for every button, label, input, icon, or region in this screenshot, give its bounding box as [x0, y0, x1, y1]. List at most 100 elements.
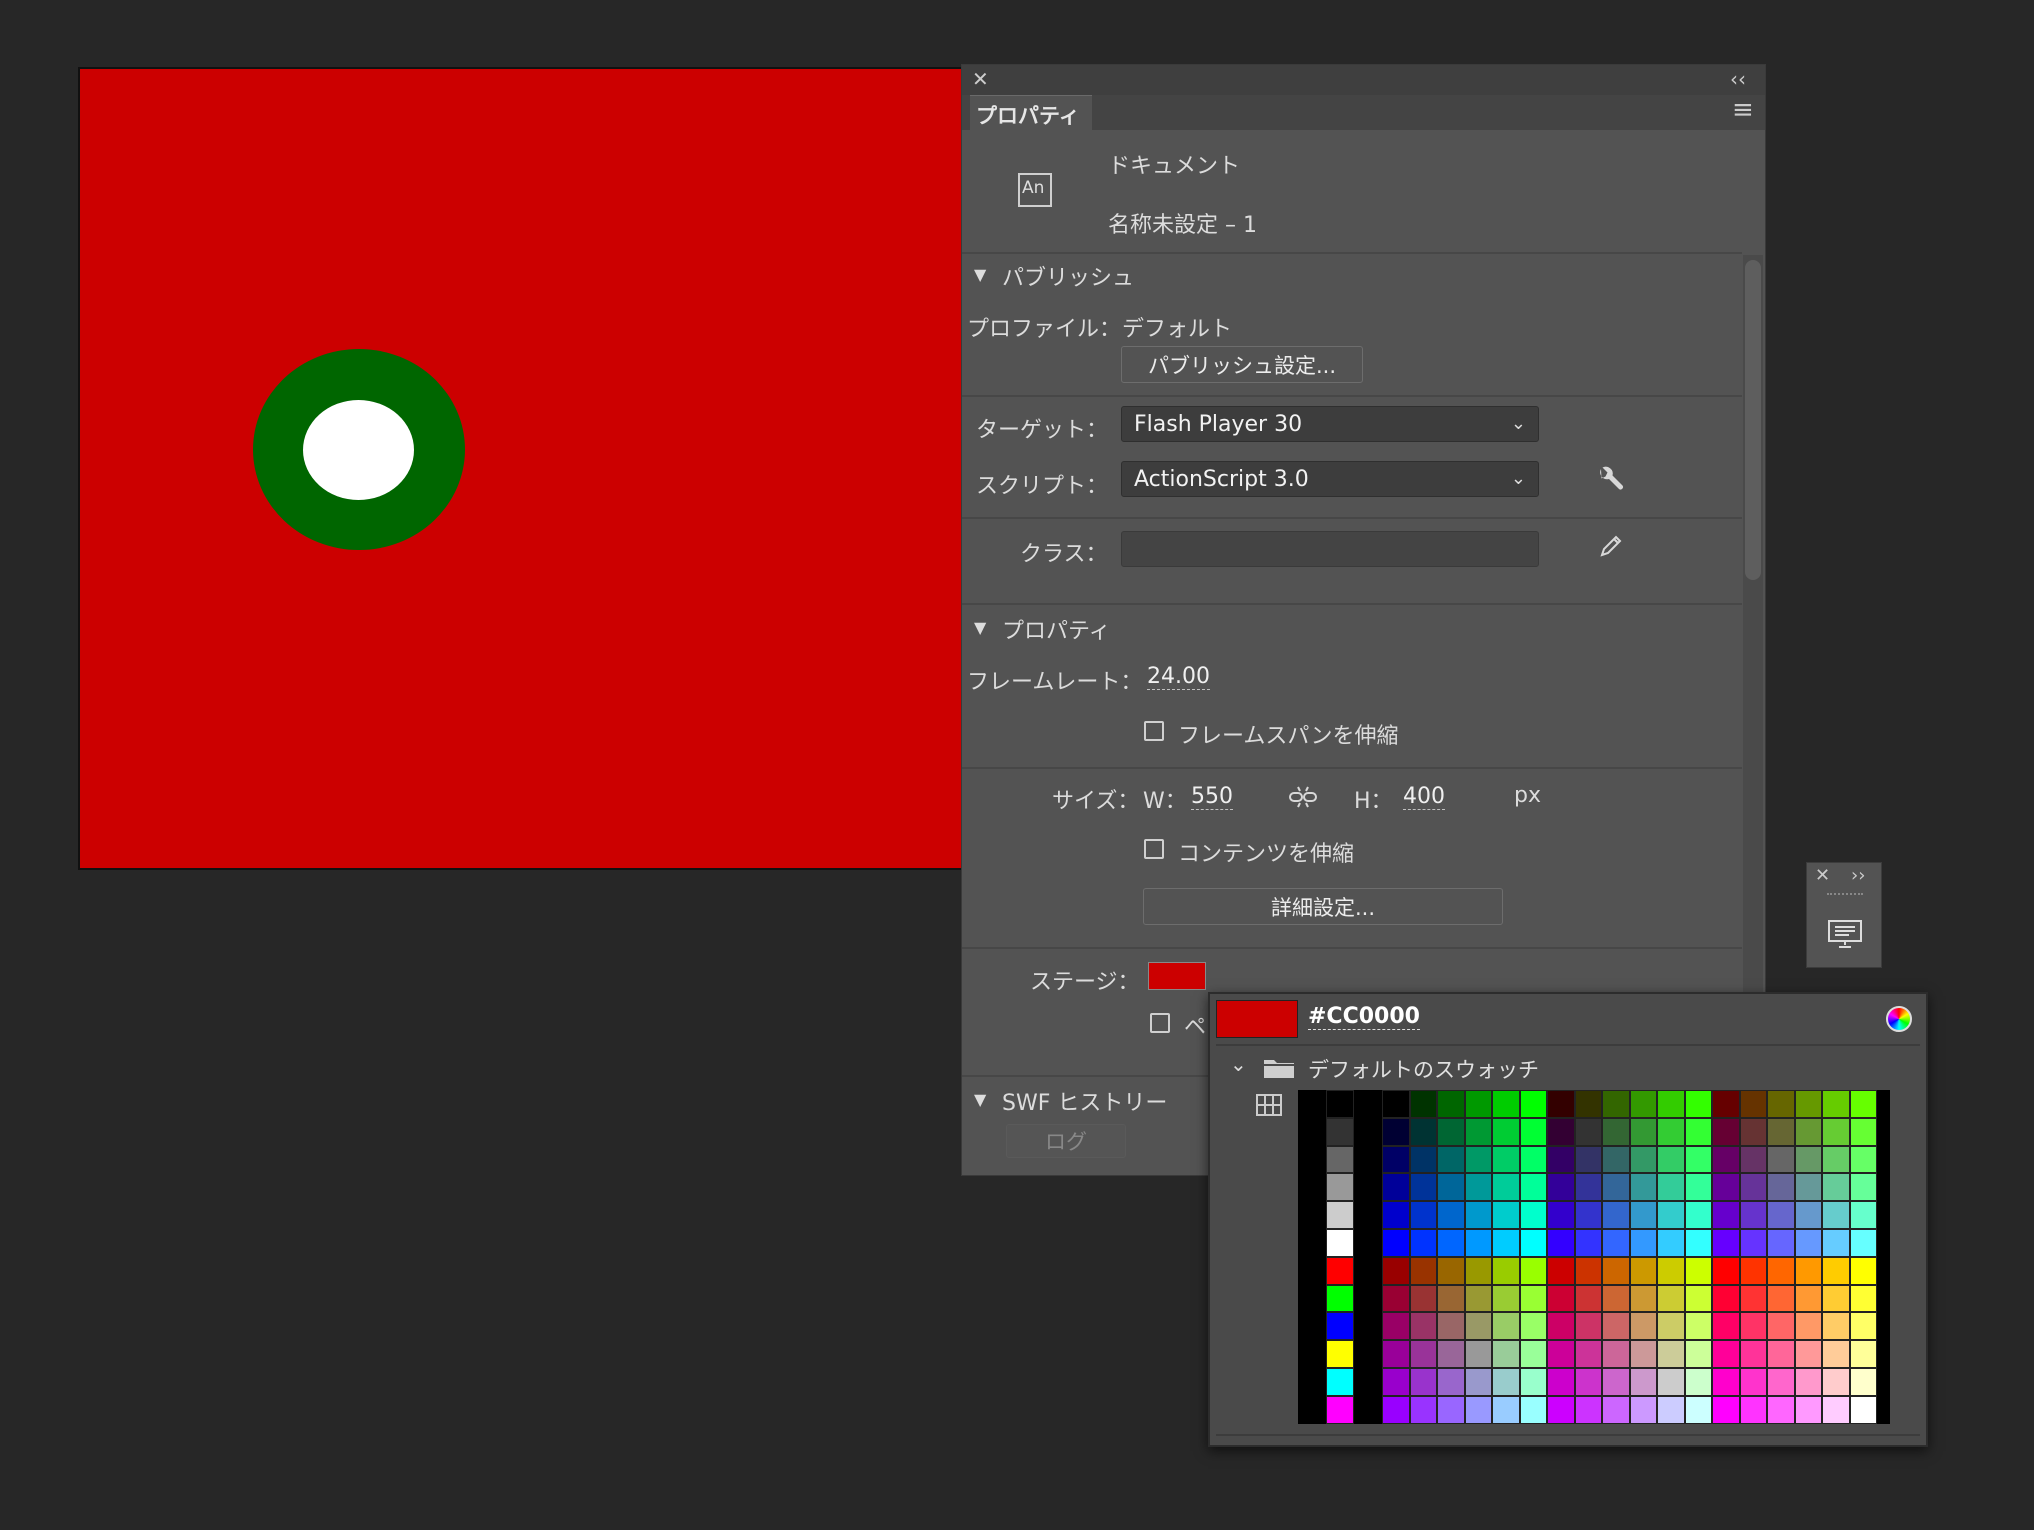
swatch-cell[interactable]	[1739, 1256, 1767, 1285]
swatch-cell[interactable]	[1492, 1173, 1520, 1202]
swatch-cell[interactable]	[1574, 1117, 1602, 1146]
swatch-cell[interactable]	[1437, 1173, 1465, 1202]
advanced-settings-button[interactable]: 詳細設定...	[1143, 888, 1503, 925]
swatch-cell[interactable]	[1464, 1340, 1492, 1368]
swatch-cell[interactable]	[1712, 1201, 1740, 1229]
swatch-cell[interactable]	[1492, 1395, 1520, 1424]
swatch-cell[interactable]	[1492, 1201, 1520, 1229]
swatch-cell[interactable]	[1849, 1368, 1877, 1396]
swatch-cell[interactable]	[1437, 1340, 1465, 1368]
swatch-cell[interactable]	[1519, 1368, 1547, 1396]
swatch-cell[interactable]	[1409, 1284, 1437, 1313]
swatch-cell[interactable]	[1767, 1256, 1795, 1285]
swatch-cell[interactable]	[1437, 1312, 1465, 1341]
swatch-cell[interactable]	[1519, 1256, 1547, 1285]
swatch-cell[interactable]	[1739, 1173, 1767, 1202]
swatch-cell[interactable]	[1629, 1368, 1657, 1396]
swatch-cell[interactable]	[1849, 1145, 1877, 1174]
swatch-cell[interactable]	[1822, 1145, 1850, 1174]
swatch-cell[interactable]	[1794, 1395, 1822, 1424]
swatch-cell[interactable]	[1767, 1145, 1795, 1174]
swatch-cell[interactable]	[1602, 1090, 1630, 1118]
link-chain-icon[interactable]	[1288, 783, 1318, 811]
publish-section-header[interactable]: パブリッシュ	[1002, 260, 1134, 292]
swatch-cell[interactable]	[1547, 1117, 1575, 1146]
swatch-cell[interactable]	[1519, 1117, 1547, 1146]
swatch-cell[interactable]	[1684, 1368, 1712, 1396]
swatch-cell[interactable]	[1684, 1201, 1712, 1229]
swatch-cell[interactable]	[1492, 1090, 1520, 1118]
output-panel-icon[interactable]	[1827, 919, 1863, 949]
swatch-cell[interactable]	[1767, 1395, 1795, 1424]
swatch-cell[interactable]	[1574, 1201, 1602, 1229]
swatch-cell[interactable]	[1849, 1229, 1877, 1257]
swatch-cell[interactable]	[1409, 1145, 1437, 1174]
scale-content-checkbox[interactable]	[1144, 839, 1164, 859]
swatch-cell[interactable]	[1712, 1229, 1740, 1257]
swatch-cell[interactable]	[1739, 1368, 1767, 1396]
swatch-cell[interactable]	[1739, 1117, 1767, 1146]
swatch-cell[interactable]	[1629, 1229, 1657, 1257]
swatch-cell[interactable]	[1382, 1145, 1410, 1174]
swatch-cell[interactable]	[1822, 1173, 1850, 1202]
swatch-cell[interactable]	[1326, 1284, 1354, 1313]
swatch-cell[interactable]	[1574, 1312, 1602, 1341]
swatch-grid-icon[interactable]	[1256, 1094, 1282, 1116]
expand-icon[interactable]: ››	[1851, 865, 1865, 886]
swatch-cell[interactable]	[1849, 1173, 1877, 1202]
swatch-cell[interactable]	[1657, 1395, 1685, 1424]
swatch-cell[interactable]	[1437, 1201, 1465, 1229]
swatch-cell[interactable]	[1574, 1340, 1602, 1368]
swatch-cell[interactable]	[1849, 1256, 1877, 1285]
swatch-cell[interactable]	[1409, 1340, 1437, 1368]
swatch-cell[interactable]	[1547, 1368, 1575, 1396]
target-dropdown[interactable]: Flash Player 30 ⌄	[1121, 406, 1539, 442]
close-icon[interactable]: ✕	[1815, 865, 1830, 886]
swatch-cell[interactable]	[1712, 1145, 1740, 1174]
swatch-cell[interactable]	[1767, 1090, 1795, 1118]
swatch-cell[interactable]	[1767, 1201, 1795, 1229]
swatch-cell[interactable]	[1519, 1340, 1547, 1368]
swatch-cell[interactable]	[1739, 1090, 1767, 1118]
swatch-cell[interactable]	[1602, 1117, 1630, 1146]
swatch-cell[interactable]	[1519, 1201, 1547, 1229]
swatch-cell[interactable]	[1657, 1368, 1685, 1396]
swatch-cell[interactable]	[1629, 1284, 1657, 1313]
swatch-cell[interactable]	[1712, 1284, 1740, 1313]
swatch-cell[interactable]	[1684, 1090, 1712, 1118]
swatch-cell[interactable]	[1409, 1117, 1437, 1146]
swatch-cell[interactable]	[1629, 1173, 1657, 1202]
swatch-cell[interactable]	[1849, 1340, 1877, 1368]
swatch-cell[interactable]	[1767, 1117, 1795, 1146]
swatch-cell[interactable]	[1849, 1201, 1877, 1229]
swatch-cell[interactable]	[1822, 1117, 1850, 1146]
swatch-cell[interactable]	[1519, 1284, 1547, 1313]
swatch-cell[interactable]	[1382, 1229, 1410, 1257]
swatch-cell[interactable]	[1409, 1395, 1437, 1424]
swatch-cell[interactable]	[1492, 1340, 1520, 1368]
swatch-cell[interactable]	[1574, 1173, 1602, 1202]
swatch-cell[interactable]	[1684, 1312, 1712, 1341]
swatch-cell[interactable]	[1794, 1340, 1822, 1368]
swatch-cell[interactable]	[1657, 1145, 1685, 1174]
swatch-cell[interactable]	[1492, 1117, 1520, 1146]
swatch-cell[interactable]	[1629, 1312, 1657, 1341]
swatch-cell[interactable]	[1739, 1145, 1767, 1174]
swatch-cell[interactable]	[1492, 1368, 1520, 1396]
swatch-cell[interactable]	[1382, 1312, 1410, 1341]
swatch-cell[interactable]	[1464, 1395, 1492, 1424]
swatch-cell[interactable]	[1547, 1090, 1575, 1118]
swatch-cell[interactable]	[1492, 1284, 1520, 1313]
swatch-cell[interactable]	[1547, 1395, 1575, 1424]
swf-history-header[interactable]: SWF ヒストリー	[1002, 1085, 1167, 1117]
wrench-icon[interactable]	[1595, 465, 1625, 495]
swatch-cell[interactable]	[1547, 1201, 1575, 1229]
swatch-cell[interactable]	[1767, 1368, 1795, 1396]
swatch-cell[interactable]	[1657, 1090, 1685, 1118]
swatch-cell[interactable]	[1464, 1145, 1492, 1174]
log-button[interactable]: ログ	[1006, 1124, 1126, 1158]
swatch-cell[interactable]	[1437, 1090, 1465, 1118]
panel-menu-icon[interactable]: ≡	[1732, 95, 1754, 125]
swatch-cell[interactable]	[1602, 1340, 1630, 1368]
script-dropdown[interactable]: ActionScript 3.0 ⌄	[1121, 461, 1539, 497]
